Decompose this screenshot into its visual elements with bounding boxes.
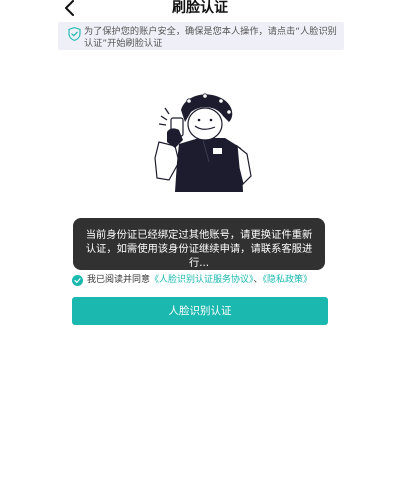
- face-verify-button[interactable]: 人脸识别认证: [72, 297, 328, 325]
- checkmark-icon: [74, 278, 81, 283]
- security-notice: 为了保护您的账户安全，确保是您本人操作，请点击“人脸识别认证”开始刷脸认证: [58, 22, 344, 50]
- agreement-row: 我已阅读并同意《人脸识别认证服务协议》、《隐私政策》: [72, 274, 352, 288]
- agreement-checkbox[interactable]: [72, 275, 83, 286]
- agreement-separator: 、: [253, 275, 263, 285]
- notice-text: 为了保护您的账户安全，确保是您本人操作，请点击“人脸识别认证”开始刷脸认证: [84, 26, 337, 49]
- service-agreement-link[interactable]: 《人脸识别认证服务协议》: [150, 275, 254, 285]
- error-toast: 当前身份证已经绑定过其他账号，请更换证件重新认证，如需使用该身份证继续申请，请联…: [73, 218, 325, 270]
- agreement-prefix: 我已阅读并同意: [87, 275, 151, 285]
- person-holding-phone-illustration: [154, 93, 252, 192]
- toast-message: 当前身份证已经绑定过其他账号，请更换证件重新认证，如需使用该身份证继续申请，请联…: [85, 229, 313, 269]
- privacy-policy-link[interactable]: 《隐私政策》: [263, 275, 313, 285]
- page-title: 刷脸认证: [172, 0, 228, 16]
- nav-bar: 刷脸认证: [0, 0, 400, 20]
- shield-check-icon: [68, 27, 81, 41]
